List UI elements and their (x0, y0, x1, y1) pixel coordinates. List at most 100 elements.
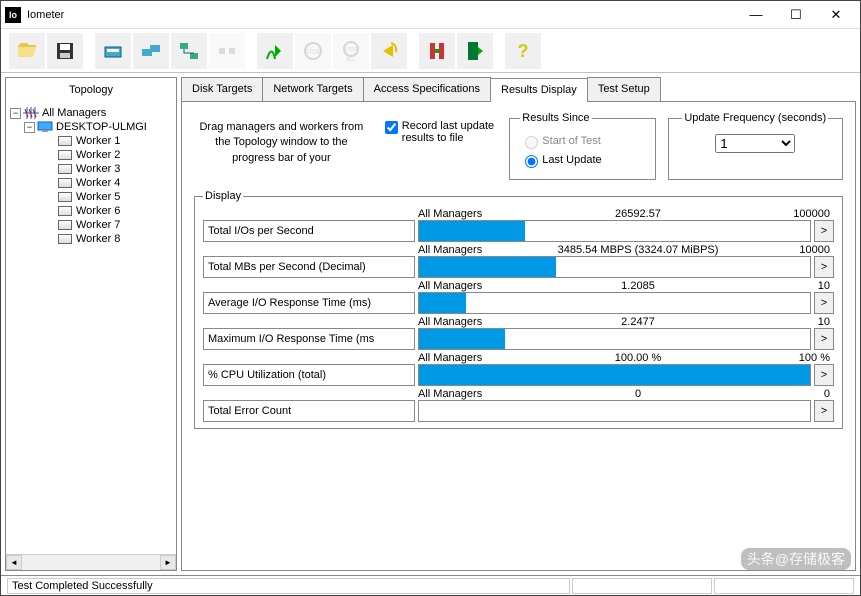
metric-group-label: All Managers (418, 208, 548, 220)
tab-access-specifications[interactable]: Access Specifications (363, 77, 491, 101)
metric-expand-button[interactable]: > (814, 256, 834, 278)
disk-icon (58, 178, 72, 188)
metric-name-button[interactable]: Maximum I/O Response Time (ms (203, 328, 415, 350)
tree-worker[interactable]: Worker 6 (10, 204, 172, 218)
metric-value: 2.2477 (548, 316, 728, 328)
metric-name-button[interactable]: Total Error Count (203, 400, 415, 422)
open-icon[interactable] (9, 33, 45, 69)
tree-computer[interactable]: − DESKTOP-ULMGI (10, 120, 172, 134)
metric-name-button[interactable]: % CPU Utilization (total) (203, 364, 415, 386)
metric-bar[interactable] (418, 400, 811, 422)
metric-bar[interactable] (418, 256, 811, 278)
tree-worker[interactable]: Worker 5 (10, 190, 172, 204)
metric-max: 0 (728, 388, 834, 400)
metric-row: All Managers2.247710 Maximum I/O Response… (203, 316, 834, 350)
tree-computer-label: DESKTOP-ULMGI (56, 121, 147, 133)
update-frequency-legend: Update Frequency (seconds) (682, 112, 828, 124)
metric-name-button[interactable]: Average I/O Response Time (ms) (203, 292, 415, 314)
tab-test-setup[interactable]: Test Setup (587, 77, 661, 101)
metric-bar[interactable] (418, 328, 811, 350)
metric-expand-button[interactable]: > (814, 292, 834, 314)
record-checkbox[interactable] (385, 121, 398, 134)
duplicate-worker-icon[interactable] (133, 33, 169, 69)
disk-icon (58, 136, 72, 146)
toolbar: STOP STOPALL ? (1, 29, 860, 73)
metric-bar[interactable] (418, 220, 811, 242)
tree-worker[interactable]: Worker 7 (10, 218, 172, 232)
reset-icon[interactable] (371, 33, 407, 69)
radio-start-of-test (525, 136, 538, 149)
tab-strip: Disk Targets Network Targets Access Spec… (181, 77, 856, 101)
metric-name-button[interactable]: Total MBs per Second (Decimal) (203, 256, 415, 278)
metric-group-label: All Managers (418, 244, 548, 256)
exit-icon[interactable] (457, 33, 493, 69)
radio-last-update[interactable] (525, 155, 538, 168)
svg-text:ALL: ALL (347, 57, 356, 63)
metric-expand-button[interactable]: > (814, 328, 834, 350)
metric-value: 0 (548, 388, 728, 400)
metric-bar[interactable] (418, 292, 811, 314)
metric-group-label: All Managers (418, 316, 548, 328)
update-frequency-select[interactable]: 1 (715, 134, 795, 153)
tab-network-targets[interactable]: Network Targets (262, 77, 363, 101)
results-since-legend: Results Since (520, 112, 591, 124)
metric-group-label: All Managers (418, 280, 548, 292)
tab-disk-targets[interactable]: Disk Targets (181, 77, 263, 101)
tree-worker[interactable]: Worker 4 (10, 176, 172, 190)
metric-value: 3485.54 MBPS (3324.07 MiBPS) (548, 244, 728, 256)
status-cell-3 (714, 578, 854, 594)
metric-max: 10 (728, 316, 834, 328)
update-frequency-group: Update Frequency (seconds) 1 (668, 112, 843, 180)
minimize-button[interactable]: — (736, 3, 776, 27)
start-icon[interactable] (257, 33, 293, 69)
tree-worker[interactable]: Worker 2 (10, 148, 172, 162)
tree-root[interactable]: − All Managers (10, 106, 172, 120)
disk-icon (58, 192, 72, 202)
metric-row: All Managers1.208510Average I/O Response… (203, 280, 834, 314)
scroll-left-icon[interactable]: ◄ (6, 555, 22, 570)
titlebar: lo Iometer — ☐ ✕ (1, 1, 860, 29)
statusbar: Test Completed Successfully (1, 575, 860, 595)
save-icon[interactable] (47, 33, 83, 69)
collapse-icon[interactable]: − (10, 108, 21, 119)
topology-tree[interactable]: − All Managers − DESKTOP-ULMGI Worker 1 … (6, 102, 176, 554)
stop-icon[interactable]: STOP (295, 33, 331, 69)
tree-worker[interactable]: Worker 1 (10, 134, 172, 148)
maximize-button[interactable]: ☐ (776, 3, 816, 27)
close-button[interactable]: ✕ (816, 3, 856, 27)
metric-expand-button[interactable]: > (814, 220, 834, 242)
metric-name-button[interactable]: Total I/Os per Second (203, 220, 415, 242)
metric-expand-button[interactable]: > (814, 364, 834, 386)
tree-worker[interactable]: Worker 3 (10, 162, 172, 176)
app-icon: lo (5, 7, 21, 23)
network-worker-icon[interactable] (171, 33, 207, 69)
tab-results-display[interactable]: Results Display (490, 78, 588, 102)
metric-expand-button[interactable]: > (814, 400, 834, 422)
disconnect-icon[interactable] (209, 33, 245, 69)
managers-icon (23, 107, 39, 119)
watermark: 头条@存储极客 (741, 548, 851, 570)
collapse-icon[interactable]: − (24, 122, 35, 133)
metric-max: 100000 (728, 208, 834, 220)
scroll-right-icon[interactable]: ► (160, 555, 176, 570)
horizontal-scrollbar[interactable]: ◄ ► (6, 554, 176, 570)
display-group: Display All Managers26592.57100000Total … (194, 190, 843, 429)
stop-all-icon[interactable]: STOPALL (333, 33, 369, 69)
metric-bar[interactable] (418, 364, 811, 386)
tree-worker[interactable]: Worker 8 (10, 232, 172, 246)
metric-max: 10 (728, 280, 834, 292)
metric-row: All Managers00Total Error Count> (203, 388, 834, 422)
topology-title: Topology (6, 78, 176, 102)
results-since-group: Results Since Start of Test Last Update (509, 112, 655, 180)
record-label: Record last update results to file (402, 120, 498, 144)
new-worker-icon[interactable] (95, 33, 131, 69)
status-cell-2 (572, 578, 712, 594)
disk-icon (58, 234, 72, 244)
metric-group-label: All Managers (418, 352, 548, 364)
metric-max: 100 % (728, 352, 834, 364)
metric-value: 100.00 % (548, 352, 728, 364)
disk-icon (58, 164, 72, 174)
help-icon[interactable]: ? (505, 33, 541, 69)
tree-root-label: All Managers (42, 107, 106, 119)
abort-icon[interactable] (419, 33, 455, 69)
